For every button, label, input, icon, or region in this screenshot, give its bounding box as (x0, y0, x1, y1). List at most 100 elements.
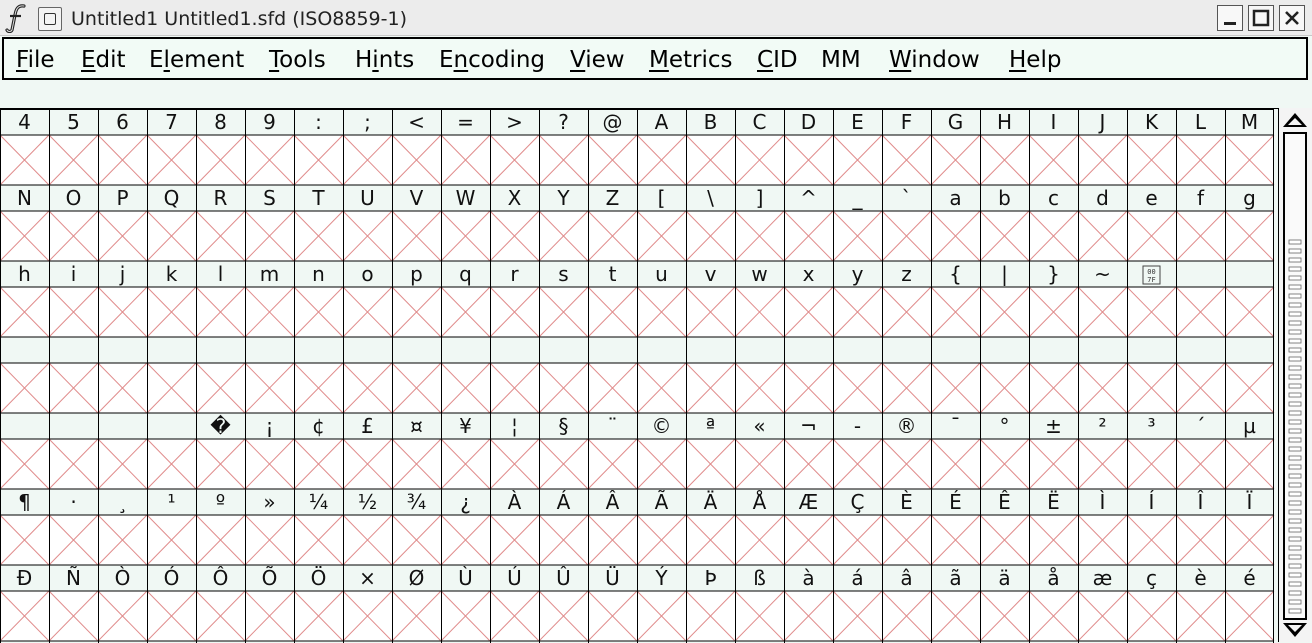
window-title: Untitled1 Untitled1.sfd (ISO8859-1) (71, 8, 407, 30)
glyph-label: ¸ (118, 490, 128, 514)
menu-mnemonic: C (757, 47, 774, 73)
glyph-label: ª (706, 414, 715, 438)
glyph-label: â (900, 566, 912, 590)
glyph-label: Y (556, 186, 570, 210)
scroll-down-arrow-icon[interactable] (1281, 618, 1309, 640)
glyph-label: ¿ (460, 490, 471, 514)
glyph-label: Â (606, 490, 620, 514)
menu-label-part: ID (773, 47, 798, 73)
menu-label-part: etrics (668, 47, 733, 73)
glyph-label: Ó (164, 566, 180, 590)
glyph-label: Ü (605, 566, 620, 590)
glyph-label: a (949, 186, 961, 210)
menu-element[interactable]: Element (149, 47, 244, 73)
vertical-scrollbar[interactable] (1278, 108, 1312, 642)
glyph-label: R (214, 186, 228, 210)
glyph-label: d (1096, 186, 1109, 210)
glyph-label: S (263, 186, 276, 210)
glyph-label: ~ (1094, 262, 1111, 286)
glyph-label: O (66, 186, 82, 210)
scroll-thumb-grip-icon[interactable] (1288, 238, 1302, 616)
menu-edit[interactable]: Edit (81, 47, 126, 73)
glyph-label: È (900, 490, 913, 514)
glyph-label: ¾ (407, 490, 426, 514)
menu-tools[interactable]: Tools (269, 47, 326, 73)
svg-text:00: 00 (1147, 268, 1155, 276)
glyph-label: » (263, 490, 275, 514)
glyph-label: ® (897, 414, 917, 438)
glyph-label: ° (1000, 414, 1010, 438)
menu-label-part: indow (911, 47, 980, 73)
glyph-label: ¦ (511, 414, 518, 438)
glyph-label: b (998, 186, 1011, 210)
fontforge-logo-icon (4, 3, 32, 33)
glyph-label: @ (603, 110, 623, 134)
glyph-label: l (218, 262, 224, 286)
menu-label-part: H (355, 47, 373, 73)
glyph-label: q (459, 262, 472, 286)
glyph-label: U (360, 186, 375, 210)
scroll-up-arrow-icon[interactable] (1281, 110, 1309, 132)
glyph-label: p (410, 262, 423, 286)
glyph-label: Î (1197, 490, 1204, 514)
menu-label-part: E (439, 47, 454, 73)
menu-window[interactable]: Window (889, 47, 980, 73)
window-titlebar[interactable]: Untitled1 Untitled1.sfd (ISO8859-1) (0, 0, 1312, 36)
glyph-label: ½ (358, 490, 377, 514)
glyph-label: I (1051, 110, 1057, 134)
menu-file[interactable]: File (16, 47, 55, 73)
glyph-label: ` (902, 186, 912, 210)
window-menu-button[interactable] (38, 7, 62, 31)
glyph-label: z (901, 262, 912, 286)
glyph-label: Ë (1047, 490, 1060, 514)
menu-mnemonic: F (16, 47, 28, 73)
menu-cid[interactable]: CID (757, 47, 798, 73)
glyph-label: n (312, 262, 325, 286)
close-button[interactable] (1279, 5, 1305, 31)
glyph-label: æ (1093, 566, 1113, 590)
menu-label-part: coding (468, 47, 546, 73)
minimize-button[interactable] (1217, 5, 1243, 31)
scroll-track[interactable] (1283, 132, 1307, 620)
menu-view[interactable]: View (570, 47, 625, 73)
maximize-icon (1252, 9, 1270, 27)
glyph-label: ¬ (800, 414, 817, 438)
glyph-label: \ (707, 186, 714, 210)
glyph-label: ¼ (309, 490, 328, 514)
glyph-label: B (704, 110, 718, 134)
glyph-label: Ý (654, 566, 668, 590)
glyph-label: Û (556, 566, 571, 590)
menu-mnemonic: n (453, 47, 469, 73)
glyph-label: À (508, 490, 522, 514)
glyph-label: u (655, 262, 668, 286)
menu-mnemonic: V (570, 47, 586, 73)
maximize-button[interactable] (1248, 5, 1274, 31)
glyph-label: ´ (1196, 414, 1206, 438)
glyph-label: i (71, 262, 77, 286)
glyph-label: ¥ (459, 414, 472, 438)
menu-metrics[interactable]: Metrics (649, 47, 733, 73)
glyph-label: ¶ (18, 490, 31, 514)
glyph-grid: 4 5 6 7 8 9:; < = >? @ A B C D E F G H I J K L M N O P Q R S T U V W X Y Z [… (0, 109, 1278, 643)
glyph-label: Ð (17, 566, 33, 590)
glyph-label: E (851, 110, 864, 134)
glyph-label: c (1048, 186, 1059, 210)
glyph-label: é (1243, 566, 1255, 590)
glyph-label: Ï (1247, 490, 1253, 514)
menu-mnemonic: E (81, 47, 96, 73)
menu-bar: File Edit Element Tools Hints Encoding View Met… (2, 37, 1308, 80)
glyph-label: e (1145, 186, 1157, 210)
glyph-label: K (1145, 110, 1159, 134)
menu-label-part: dit (95, 47, 126, 73)
menu-help[interactable]: Help (1009, 47, 1061, 73)
menu-mm[interactable]: MM (821, 47, 861, 73)
glyph-label: Ö (311, 566, 327, 590)
glyph-label: w (751, 262, 767, 286)
glyph-label: ² (1098, 414, 1106, 438)
menu-hints[interactable]: Hints (355, 47, 414, 73)
glyph-label: ¨ (608, 414, 618, 438)
menu-label-part: MM (821, 47, 861, 73)
menu-encoding[interactable]: Encoding (439, 47, 545, 73)
glyph-label: 5 (67, 110, 80, 134)
glyph-label: ] (756, 186, 764, 210)
